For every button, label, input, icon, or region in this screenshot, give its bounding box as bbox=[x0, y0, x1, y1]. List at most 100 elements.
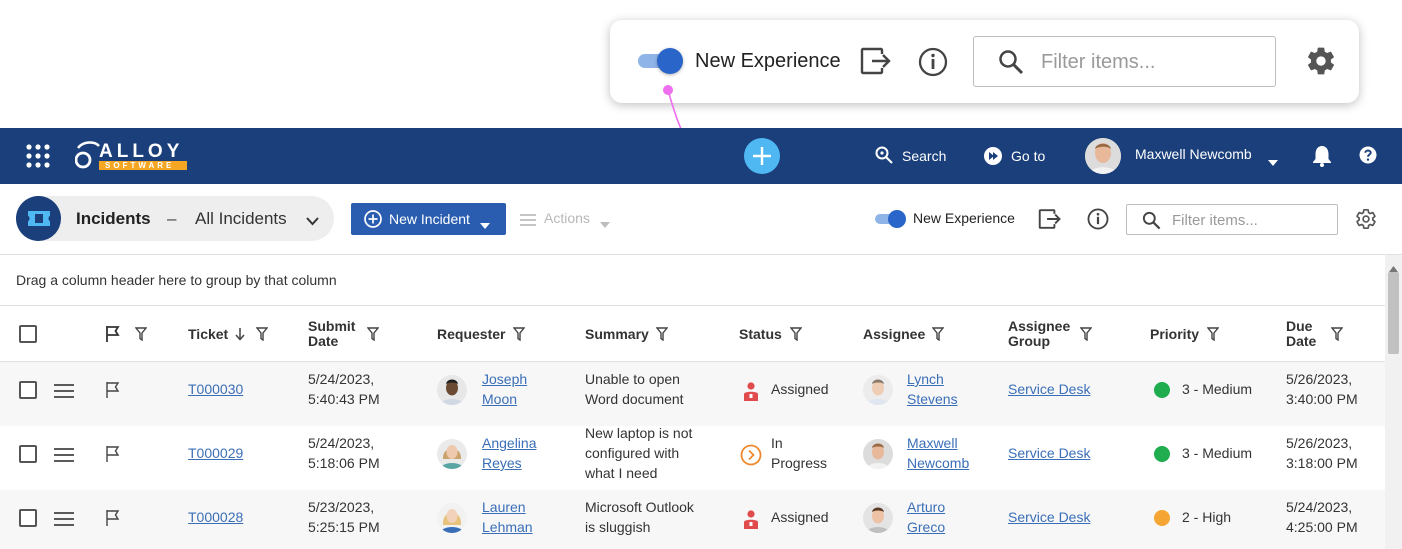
scrollbar-thumb[interactable] bbox=[1388, 272, 1399, 354]
chevron-down-icon[interactable] bbox=[1268, 153, 1278, 171]
info-icon[interactable] bbox=[1087, 208, 1109, 235]
logout-icon[interactable] bbox=[860, 46, 892, 81]
row-menu-icon[interactable] bbox=[54, 448, 74, 465]
row-checkbox[interactable] bbox=[19, 509, 37, 527]
assigned-icon bbox=[743, 382, 759, 405]
assignee-avatar bbox=[863, 375, 893, 405]
column-header-priority[interactable]: Priority bbox=[1150, 306, 1260, 362]
alloy-logo[interactable]: ALLOY SOFTWARE bbox=[74, 140, 190, 172]
column-header-ticket[interactable]: Ticket bbox=[188, 306, 298, 362]
column-header-flag[interactable] bbox=[105, 306, 165, 362]
list-icon bbox=[520, 213, 536, 229]
requester-avatar bbox=[437, 439, 467, 469]
row-menu-icon[interactable] bbox=[54, 384, 74, 401]
column-title: Status bbox=[739, 326, 782, 342]
quick-add-button[interactable] bbox=[744, 138, 780, 174]
column-header-summary[interactable]: Summary bbox=[585, 306, 705, 362]
flag-icon[interactable] bbox=[105, 445, 121, 465]
ticket-link[interactable]: T000029 bbox=[188, 443, 243, 463]
requester-link[interactable]: Lauren Lehman bbox=[482, 497, 533, 537]
flag-icon[interactable] bbox=[105, 381, 121, 401]
flag-icon[interactable] bbox=[105, 509, 121, 529]
submit-date: 5/24/2023, 5:40:43 PM bbox=[308, 369, 380, 409]
summary-line: New laptop is not bbox=[585, 425, 693, 441]
nav-goto-label: Go to bbox=[1011, 148, 1046, 164]
assignee-group-link[interactable]: Service Desk bbox=[1008, 379, 1090, 399]
toggle-knob bbox=[657, 48, 683, 74]
user-avatar[interactable] bbox=[1085, 138, 1121, 174]
column-header-assignee-group[interactable]: Assignee Group bbox=[1008, 306, 1128, 362]
filter-icon[interactable] bbox=[1079, 327, 1093, 344]
column-header-submit-date[interactable]: Submit Date bbox=[308, 306, 418, 362]
table-row[interactable]: T000030 5/24/2023, 5:40:43 PM Joseph Moon … bbox=[0, 362, 1385, 426]
sort-down-icon[interactable] bbox=[234, 327, 246, 344]
priority-dot bbox=[1154, 446, 1170, 462]
status-text: Assigned bbox=[771, 381, 829, 397]
assignee-group-link[interactable]: Service Desk bbox=[1008, 443, 1090, 463]
column-header-status[interactable]: Status bbox=[739, 306, 839, 362]
gear-icon[interactable] bbox=[1305, 45, 1337, 82]
filter-icon[interactable] bbox=[789, 327, 803, 344]
requester-link[interactable]: Angelina Reyes bbox=[482, 433, 537, 473]
user-name[interactable]: Maxwell Newcomb bbox=[1135, 146, 1252, 162]
column-header-requester[interactable]: Requester bbox=[437, 306, 557, 362]
assignee-link[interactable]: Maxwell Newcomb bbox=[907, 433, 969, 473]
status-line: Progress bbox=[771, 455, 828, 471]
assignee-group-link[interactable]: Service Desk bbox=[1008, 507, 1090, 527]
column-title: Priority bbox=[1150, 326, 1200, 342]
submit-date: 5/23/2023, 5:25:15 PM bbox=[308, 497, 380, 537]
chevron-down-icon bbox=[600, 215, 610, 231]
help-icon[interactable] bbox=[1359, 146, 1377, 169]
actions-label: Actions bbox=[544, 210, 590, 226]
group-by-drop-zone[interactable]: Drag a column header here to group by th… bbox=[0, 255, 1385, 306]
info-icon[interactable] bbox=[918, 47, 948, 82]
chevron-down-icon bbox=[480, 216, 490, 234]
row-menu-icon[interactable] bbox=[54, 512, 74, 529]
filter-input-zoomed[interactable]: Filter items... bbox=[973, 36, 1276, 87]
view-selector[interactable]: Incidents – All Incidents bbox=[16, 196, 334, 241]
row-checkbox[interactable] bbox=[19, 445, 37, 463]
filter-icon[interactable] bbox=[655, 327, 669, 344]
zoom-callout: New Experience Filter items... bbox=[610, 20, 1359, 103]
filter-icon[interactable] bbox=[366, 327, 380, 344]
assignee-link[interactable]: Arturo Greco bbox=[907, 497, 945, 537]
priority-dot bbox=[1154, 510, 1170, 526]
notification-bell-icon[interactable] bbox=[1312, 145, 1332, 172]
filter-input[interactable]: Filter items... bbox=[1126, 204, 1338, 235]
filter-icon[interactable] bbox=[134, 327, 148, 344]
nav-goto[interactable]: Go to bbox=[983, 146, 1048, 166]
table-row[interactable]: T000029 5/24/2023, 5:18:06 PM Angelina Rey… bbox=[0, 425, 1385, 490]
table-row[interactable]: T000028 5/23/2023, 5:25:15 PM Lauren Lehma… bbox=[0, 490, 1385, 549]
gear-icon[interactable] bbox=[1355, 208, 1377, 235]
filter-icon[interactable] bbox=[512, 327, 526, 344]
column-header-assignee[interactable]: Assignee bbox=[863, 306, 983, 362]
row-checkbox[interactable] bbox=[19, 381, 37, 399]
ticket-link[interactable]: T000028 bbox=[188, 507, 243, 527]
new-experience-toggle[interactable] bbox=[875, 210, 906, 228]
select-all-checkbox[interactable] bbox=[19, 325, 37, 343]
filter-icon[interactable] bbox=[931, 327, 945, 344]
filter-icon[interactable] bbox=[255, 327, 269, 344]
status-line: In bbox=[771, 435, 783, 451]
logout-icon[interactable] bbox=[1038, 208, 1062, 235]
nav-search[interactable]: Search bbox=[875, 146, 950, 166]
assigned-icon bbox=[743, 510, 759, 533]
ticket-link[interactable]: T000030 bbox=[188, 379, 243, 399]
column-title: Summary bbox=[585, 326, 649, 342]
assignee-name-line: Newcomb bbox=[907, 455, 970, 471]
filter-icon[interactable] bbox=[1330, 327, 1344, 344]
assignee-name-line: Greco bbox=[907, 519, 946, 535]
requester-name-line: Joseph bbox=[482, 371, 528, 387]
new-experience-toggle-zoomed[interactable] bbox=[638, 48, 683, 74]
column-title: Assignee Group bbox=[1008, 319, 1070, 349]
assignee-link[interactable]: Lynch Stevens bbox=[907, 369, 958, 409]
new-incident-button[interactable]: New Incident bbox=[351, 203, 506, 235]
requester-name-line: Moon bbox=[482, 391, 518, 407]
requester-name-line: Reyes bbox=[482, 455, 522, 471]
column-title: Due Date bbox=[1286, 319, 1316, 349]
filter-icon[interactable] bbox=[1206, 327, 1220, 344]
app-launcher-icon[interactable] bbox=[26, 144, 50, 173]
column-header-due-date[interactable]: Due Date bbox=[1286, 306, 1381, 362]
vertical-scrollbar[interactable] bbox=[1385, 255, 1402, 549]
requester-link[interactable]: Joseph Moon bbox=[482, 369, 527, 409]
